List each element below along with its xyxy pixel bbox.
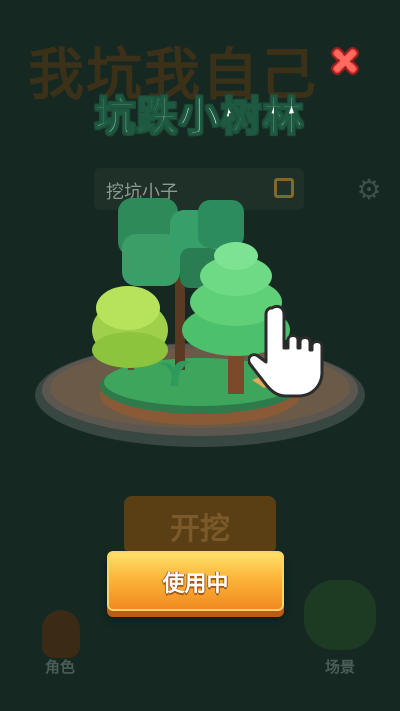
in-use-button[interactable]: 使用中 xyxy=(107,551,284,611)
role-avatar-icon xyxy=(42,610,80,658)
background-role-tab: 角色 xyxy=(18,604,102,684)
background-role-label: 角色 xyxy=(44,658,75,676)
background-start-button: 开挖 xyxy=(124,496,276,554)
scene-thumbnail-icon xyxy=(304,580,376,650)
popup-title: 坑跌小树林 xyxy=(94,93,305,141)
close-button[interactable] xyxy=(326,42,364,80)
background-scene-label: 场景 xyxy=(324,658,355,676)
background-start-label: 开挖 xyxy=(170,512,230,547)
background-scene-tab: 场景 xyxy=(298,580,382,684)
close-icon xyxy=(330,46,360,76)
in-use-button-label: 使用中 xyxy=(162,572,229,597)
pointing-hand-icon xyxy=(247,302,328,402)
